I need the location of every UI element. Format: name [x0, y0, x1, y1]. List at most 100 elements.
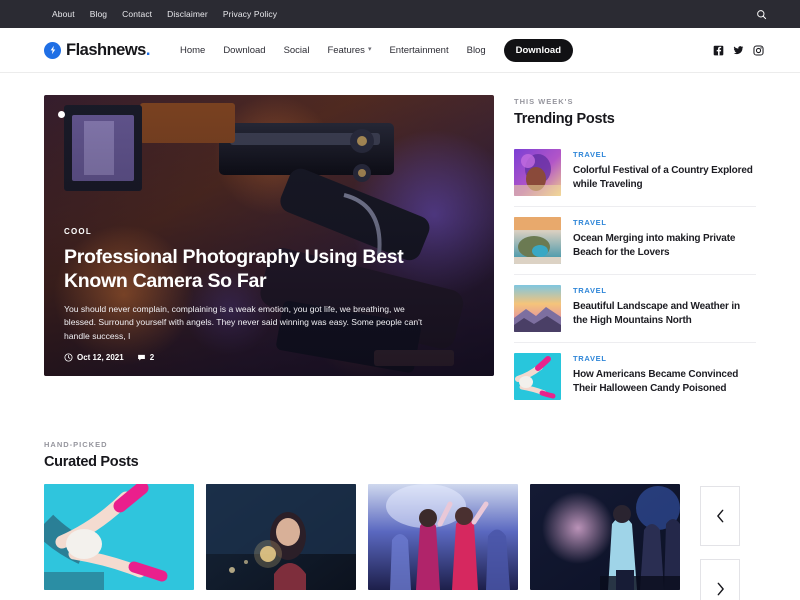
nav-label: Download: [223, 44, 266, 56]
nav-label: Home: [179, 44, 206, 56]
trending-item[interactable]: TRAVEL How Americans Became Convinced Th…: [514, 343, 756, 410]
curated-card[interactable]: LIFESTYLE I'm Happy This Comfortable Tre…: [206, 484, 356, 600]
festival-face-image: [514, 149, 561, 196]
mountain-sunset-image: [514, 285, 561, 332]
trending-posts-section: THIS WEEK'S Trending Posts TRAVEL Colorf…: [514, 95, 756, 410]
utility-topbar: About Blog Contact Disclaimer Privacy Po…: [0, 0, 800, 28]
facebook-icon: [713, 45, 724, 55]
nav-label: Social: [283, 44, 310, 56]
curated-card-image: [44, 484, 194, 590]
clock-icon: [64, 353, 73, 362]
twitter-icon: [733, 45, 744, 54]
topbar-link-about[interactable]: About: [52, 9, 75, 19]
trending-category[interactable]: TRAVEL: [573, 150, 756, 159]
trending-item-title[interactable]: Beautiful Landscape and Weather in the H…: [573, 300, 756, 328]
download-cta-button[interactable]: Download: [503, 38, 574, 62]
lightning-bolt-icon: [50, 45, 55, 55]
stage-performance-image: [530, 484, 680, 590]
trending-text: TRAVEL Beautiful Landscape and Weather i…: [573, 285, 756, 332]
comment-icon: [137, 354, 145, 361]
concert-crowd-image: [368, 484, 518, 590]
curated-card[interactable]: TRAVEL Princess Diana is crowned the mos…: [368, 484, 518, 600]
trending-item-title[interactable]: Colorful Festival of a Country Explored …: [573, 164, 756, 192]
ocean-beach-image: [514, 217, 561, 264]
trending-thumbnail: [514, 217, 561, 264]
search-button[interactable]: [752, 5, 770, 23]
topbar-link-disclaimer[interactable]: Disclaimer: [167, 9, 208, 19]
trending-title: Trending Posts: [514, 111, 615, 127]
trending-thumbnail: [514, 285, 561, 332]
hero-date-text: Oct 12, 2021: [77, 353, 124, 362]
nav-item-home[interactable]: Home: [180, 45, 205, 56]
trending-category[interactable]: TRAVEL: [573, 218, 756, 227]
logo-mark: [44, 41, 61, 59]
nav-label: Features: [327, 44, 365, 56]
chevron-down-icon: ▾: [367, 46, 372, 53]
topbar-link-blog[interactable]: Blog: [90, 9, 107, 19]
page-content: COOL Professional Photography Using Best…: [0, 73, 800, 600]
curated-card-image: [368, 484, 518, 590]
topbar-link-contact[interactable]: Contact: [122, 9, 152, 19]
site-logo[interactable]: Flashnews.: [44, 41, 150, 60]
nav-item-entertainment[interactable]: Entertainment: [389, 45, 448, 56]
topbar-link-privacy-policy[interactable]: Privacy Policy: [223, 9, 277, 19]
hero-content: COOL Professional Photography Using Best…: [64, 227, 474, 362]
curated-posts-section: HAND-PICKED Curated Posts TRAV: [44, 410, 756, 600]
curated-card[interactable]: TRAVEL Lady Amelia Windsor launches a ne…: [530, 484, 680, 600]
carousel-indicator-dot[interactable]: [58, 111, 65, 118]
instagram-icon: [753, 44, 764, 56]
hero-meta: Oct 12, 2021 2: [64, 353, 474, 362]
carousel-next-button[interactable]: [700, 559, 740, 600]
chevron-right-icon: [717, 582, 724, 596]
nav-item-download[interactable]: Download: [223, 45, 265, 56]
trending-category[interactable]: TRAVEL: [573, 354, 756, 363]
facebook-link[interactable]: [713, 45, 724, 56]
curated-cards-row: TRAVEL How Americans Became Convinced Th…: [44, 484, 756, 600]
woman-lantern-night-image: [206, 484, 356, 590]
carousel-prev-button[interactable]: [700, 486, 740, 546]
topbar-links: About Blog Contact Disclaimer Privacy Po…: [52, 9, 277, 19]
logo-dot: .: [145, 40, 151, 59]
curated-title: Curated Posts: [44, 454, 139, 470]
trending-category[interactable]: TRAVEL: [573, 286, 756, 295]
nav-item-blog[interactable]: Blog: [467, 45, 486, 56]
nav-label: Entertainment: [389, 44, 449, 56]
hero-comment-count: 2: [149, 353, 155, 362]
curated-card-image: [530, 484, 680, 590]
search-icon: [756, 9, 766, 19]
twitter-link[interactable]: [733, 45, 744, 56]
nav-item-social[interactable]: Social: [284, 45, 310, 56]
curated-card-image: [206, 484, 356, 590]
nav-label: Blog: [466, 44, 486, 56]
pink-legs-cyan-image: [514, 353, 561, 400]
trending-text: TRAVEL Ocean Merging into making Private…: [573, 217, 756, 264]
trending-item[interactable]: TRAVEL Colorful Festival of a Country Ex…: [514, 139, 756, 207]
trending-text: TRAVEL How Americans Became Convinced Th…: [573, 353, 756, 400]
carousel-navigation: [700, 484, 740, 600]
hero-category[interactable]: COOL: [64, 227, 474, 236]
social-links: [713, 44, 764, 56]
instagram-link[interactable]: [753, 44, 764, 56]
trending-thumbnail: [514, 353, 561, 400]
top-section: COOL Professional Photography Using Best…: [44, 73, 756, 410]
trending-text: TRAVEL Colorful Festival of a Country Ex…: [573, 149, 756, 196]
hero-comments: 2: [137, 353, 154, 362]
curated-card[interactable]: TRAVEL How Americans Became Convinced Th…: [44, 484, 194, 600]
trending-item[interactable]: TRAVEL Beautiful Landscape and Weather i…: [514, 275, 756, 343]
trending-thumbnail: [514, 149, 561, 196]
curated-kicker: HAND-PICKED: [44, 440, 108, 449]
pink-legs-cyan-image: [44, 484, 194, 590]
nav-item-features[interactable]: Features ▾: [327, 45, 371, 56]
trending-item-title[interactable]: Ocean Merging into making Private Beach …: [573, 232, 756, 260]
site-header: Flashnews. Home Download Social Features…: [0, 28, 800, 73]
trending-kicker: THIS WEEK'S: [514, 97, 574, 106]
trending-item-title[interactable]: How Americans Became Convinced Their Hal…: [573, 368, 756, 396]
hero-featured-post[interactable]: COOL Professional Photography Using Best…: [44, 95, 494, 376]
main-navigation: Home Download Social Features ▾ Entertai…: [180, 38, 574, 62]
hero-title[interactable]: Professional Photography Using Best Know…: [64, 245, 414, 295]
hero-excerpt: You should never complain, complaining i…: [64, 304, 423, 341]
chevron-left-icon: [716, 509, 723, 523]
trending-item[interactable]: TRAVEL Ocean Merging into making Private…: [514, 207, 756, 275]
hero-date: Oct 12, 2021: [64, 353, 124, 362]
logo-text: Flashnews.: [66, 40, 151, 59]
